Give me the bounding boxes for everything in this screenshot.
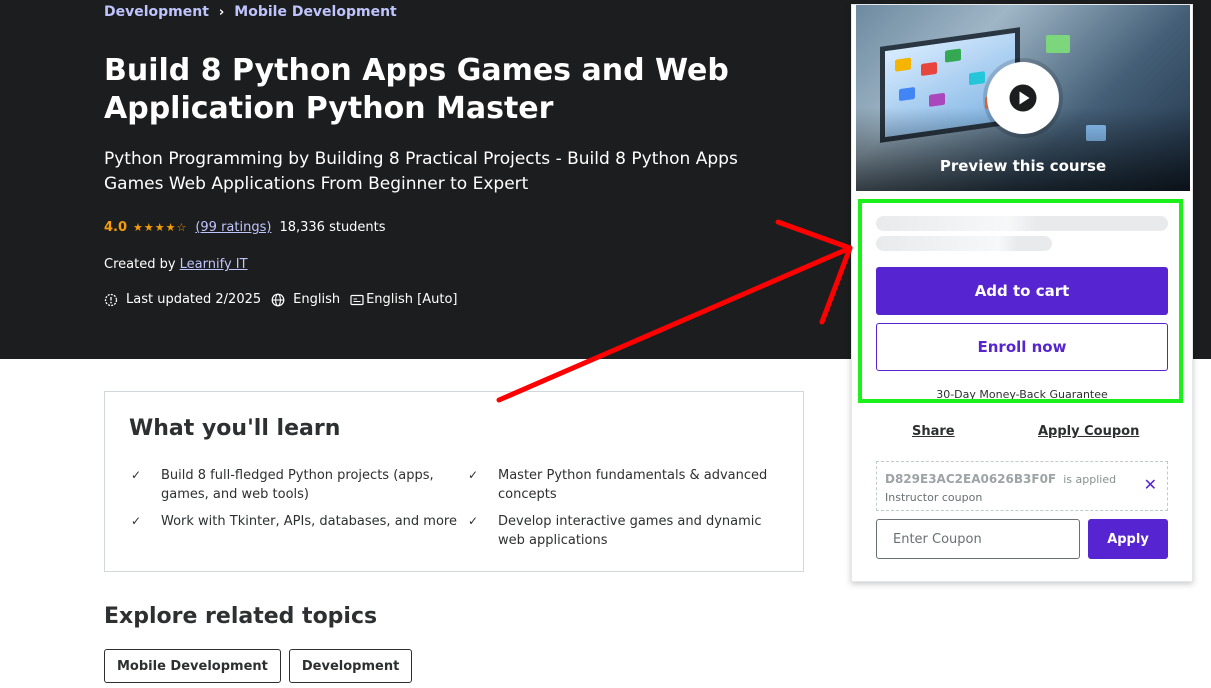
course-subtitle: Python Programming by Building 8 Practic… — [104, 149, 738, 194]
preview-label: Preview this course — [939, 157, 1107, 175]
share-link[interactable]: Share — [912, 424, 955, 439]
add-to-cart-button[interactable]: Add to cart — [876, 267, 1168, 315]
coupon-input[interactable] — [876, 519, 1080, 559]
globe-icon — [271, 293, 285, 306]
ratings-count-link[interactable]: (99 ratings) — [195, 220, 271, 235]
alert-badge-icon — [104, 293, 118, 306]
breadcrumb-development[interactable]: Development — [104, 4, 209, 20]
rating-value: 4.0 — [104, 220, 128, 235]
coupon-type: Instructor coupon — [885, 491, 983, 504]
learn-list: ✓ Build 8 full-fledged Python projects (… — [129, 466, 789, 550]
play-icon — [1009, 84, 1037, 112]
course-title: Build 8 Python Apps Games and Web Applic… — [104, 53, 729, 126]
learn-item: ✓ Build 8 full-fledged Python projects (… — [131, 468, 434, 502]
purchase-sidebar: Preview this course Add to cart Enroll n… — [851, 4, 1193, 582]
money-back-guarantee: 30-Day Money-Back Guarantee — [936, 388, 1108, 401]
author-link[interactable]: Learnify IT — [180, 257, 248, 272]
coupon-code: D829E3AC2EA0626B3F0F — [885, 472, 1057, 486]
rating-row: 4.0 ★★★★☆ (99 ratings) 18,336 students — [104, 220, 386, 235]
captions: English [Auto] — [350, 292, 458, 307]
check-icon: ✓ — [131, 514, 142, 528]
star-rating-icon: ★★★★☆ — [133, 221, 188, 234]
check-icon: ✓ — [468, 514, 479, 528]
play-button[interactable] — [987, 62, 1059, 134]
price-skeleton — [876, 216, 1168, 231]
coupon-applied-text: is applied — [1063, 473, 1117, 486]
learn-title: What you'll learn — [129, 416, 341, 441]
topic-development[interactable]: Development — [288, 649, 413, 683]
last-updated: Last updated 2/2025 — [104, 292, 261, 307]
course-meta: Last updated 2/2025 English English [Aut… — [104, 292, 468, 307]
course-preview[interactable]: Preview this course — [856, 5, 1190, 191]
related-topics: Mobile Development Development — [104, 649, 413, 683]
check-icon: ✓ — [468, 468, 479, 482]
what-youll-learn: What you'll learn ✓ Build 8 full-fledged… — [104, 391, 804, 572]
created-by: Created by Learnify IT — [104, 257, 248, 272]
learn-item: ✓ Master Python fundamentals & advanced … — [468, 468, 768, 502]
apply-coupon-button[interactable]: Apply — [1088, 519, 1168, 559]
apply-coupon-link[interactable]: Apply Coupon — [1038, 424, 1139, 439]
breadcrumb: Development › Mobile Development — [104, 4, 397, 20]
check-icon: ✓ — [131, 468, 142, 482]
applied-coupon: D829E3AC2EA0626B3F0F is applied Instruct… — [876, 461, 1168, 511]
explore-title: Explore related topics — [104, 604, 378, 629]
price-skeleton — [876, 236, 1052, 251]
breadcrumb-mobile-development[interactable]: Mobile Development — [234, 4, 396, 20]
chevron-right-icon: › — [218, 4, 225, 20]
learn-item: ✓ Work with Tkinter, APIs, databases, an… — [129, 512, 466, 550]
enroll-now-button[interactable]: Enroll now — [876, 323, 1168, 371]
students-count: 18,336 students — [279, 220, 386, 235]
created-by-label: Created by — [104, 257, 176, 272]
closed-captions-icon — [350, 294, 364, 305]
language: English — [271, 292, 340, 307]
topic-mobile-development[interactable]: Mobile Development — [104, 649, 281, 683]
learn-item: ✓ Develop interactive games and dynamic … — [468, 514, 762, 548]
remove-coupon-close-icon[interactable]: ✕ — [1144, 477, 1157, 493]
